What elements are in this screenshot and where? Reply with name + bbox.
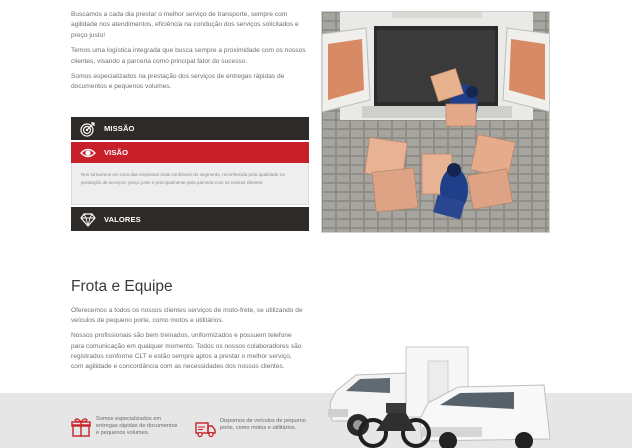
gift-box-icon [70,416,92,438]
delivery-truck-icon [194,418,216,440]
accordion-missao[interactable]: MISSÃO [71,117,309,140]
intro-paragraph: Temos uma logística integrada que busca … [71,47,306,65]
frota-paragraph: Nossos profissionais são bem treinados, … [71,332,302,371]
section-title: Frota e Equipe [71,278,173,295]
mission-accordion: MISSÃO VISÃO Nos tornarmos em uma das em… [71,117,309,231]
feature-item: Dispomos de veículos de pequeno porte, c… [194,418,312,440]
feature-item: Somos especializados em entregas rápidas… [70,416,180,438]
target-icon [80,121,96,137]
accordion-valores[interactable]: VALORES [71,207,309,231]
accordion-visao-content: Nos tornarmos em uma das empresas mais c… [71,163,309,205]
intro-section: Buscamos a cada dia prestar o melhor ser… [71,10,309,98]
feature-text: Dispomos de veículos de pequeno porte, c… [220,418,306,432]
accordion-label: MISSÃO [104,124,135,133]
fleet-vehicles-image [318,343,558,448]
visao-text: Nos tornarmos em uma das empresas mais c… [81,172,285,185]
intro-paragraph: Somos especializados na prestação dos se… [71,73,285,91]
accordion-label: VISÃO [104,148,129,157]
intro-paragraph: Buscamos a cada dia prestar o melhor ser… [71,11,299,39]
frota-paragraph: Oferecemos a todos os nossos clientes se… [71,307,303,325]
eye-icon [80,145,96,161]
delivery-van-photo [321,11,550,233]
accordion-label: VALORES [104,214,141,224]
diamond-icon [80,211,96,227]
feature-text: Somos especializados em entregas rápidas… [96,416,178,437]
frota-description: Oferecemos a todos os nossos clientes se… [71,306,303,377]
accordion-visao[interactable]: VISÃO [71,142,309,163]
